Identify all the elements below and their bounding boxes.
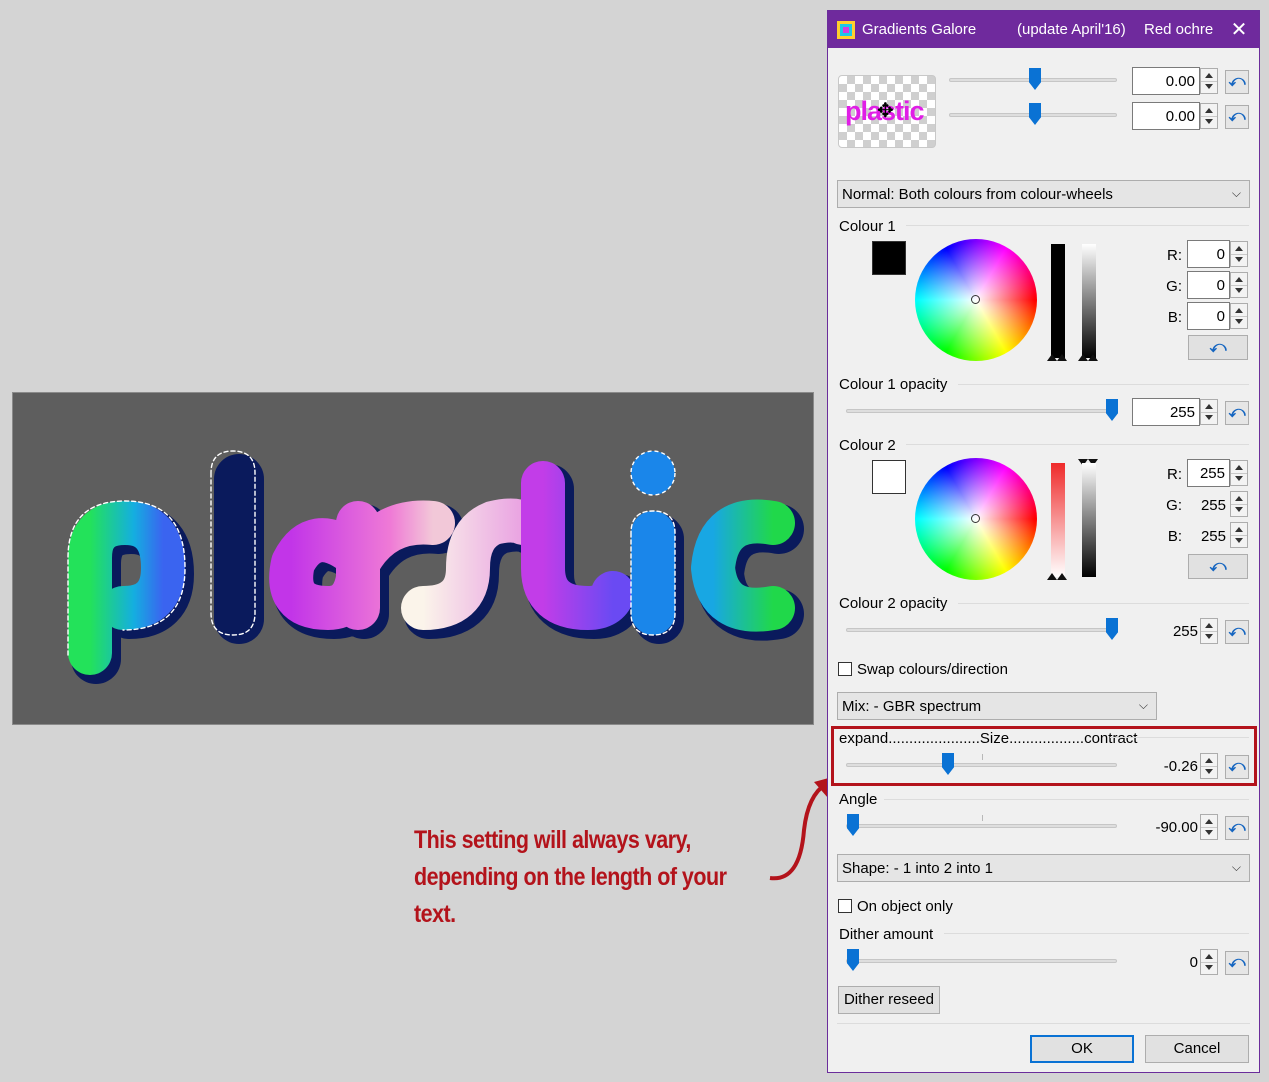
offset-y-reset-button[interactable]: ⤺ — [1225, 105, 1249, 129]
colour-2-reset-button[interactable]: ⤺ — [1188, 554, 1248, 579]
chevron-down-icon: ⌵ — [1231, 860, 1241, 874]
angle-slider-track[interactable] — [846, 824, 1117, 828]
colour-2-g-label: G: — [1166, 497, 1182, 514]
plastic-text-art — [67, 450, 804, 684]
dither-value[interactable]: 0 — [1132, 954, 1198, 971]
mix-select-value: Mix: - GBR spectrum — [842, 698, 982, 715]
colour-1-g-label: G: — [1166, 278, 1182, 295]
dither-reset-button[interactable]: ⤺ — [1225, 951, 1249, 975]
offset-y-spinner[interactable] — [1200, 103, 1218, 129]
app-icon — [837, 21, 855, 39]
dither-slider-thumb[interactable] — [847, 949, 859, 971]
preview-thumbnail[interactable]: plastic ✥ — [838, 75, 936, 148]
colour-1-g-input[interactable]: 0 — [1187, 271, 1230, 299]
size-label: expand......................Size........… — [839, 730, 1138, 747]
colour-1-opacity-label: Colour 1 opacity — [839, 376, 948, 393]
colour-2-opacity-spinner[interactable] — [1200, 618, 1218, 644]
mode-select[interactable]: Normal: Both colours from colour-wheels … — [837, 180, 1250, 208]
colour-1-r-input[interactable]: 0 — [1187, 240, 1230, 268]
angle-spinner[interactable] — [1200, 814, 1218, 840]
colour-2-r-label: R: — [1167, 466, 1182, 483]
colour-2-opacity-value[interactable]: 255 — [1132, 623, 1198, 640]
size-slider-track[interactable] — [846, 763, 1117, 767]
colour-2-opacity-slider-track[interactable] — [846, 628, 1117, 632]
colour-2-b-spinner[interactable] — [1230, 522, 1248, 548]
cancel-button[interactable]: Cancel — [1145, 1035, 1249, 1063]
annotation-callout: This setting will always vary, depending… — [414, 822, 741, 933]
dialog-update-note: (update April'16) — [1017, 21, 1126, 38]
colour-1-reset-button[interactable]: ⤺ — [1188, 335, 1248, 360]
colour-2-g-spinner[interactable] — [1230, 491, 1248, 517]
dither-reseed-button[interactable]: Dither reseed — [838, 986, 940, 1014]
colour-2-swatch[interactable] — [872, 460, 906, 494]
mix-select[interactable]: Mix: - GBR spectrum ⌵ — [837, 692, 1157, 720]
mode-select-value: Normal: Both colours from colour-wheels — [842, 186, 1113, 203]
colour-2-saturation-bar[interactable] — [1082, 463, 1096, 577]
gradients-galore-dialog: Gradients Galore (update April'16) Red o… — [827, 10, 1260, 1073]
size-value[interactable]: -0.26 — [1132, 758, 1198, 775]
colour-2-g-value[interactable]: 255 — [1187, 497, 1226, 514]
size-reset-button[interactable]: ⤺ — [1225, 755, 1249, 779]
title-bar[interactable]: Gradients Galore (update April'16) Red o… — [828, 11, 1259, 48]
colour-1-opacity-slider-track[interactable] — [846, 409, 1117, 413]
colour-2-opacity-slider-thumb[interactable] — [1106, 618, 1118, 640]
colour-2-r-spinner[interactable] — [1230, 460, 1248, 486]
offset-x-input[interactable]: 0.00 — [1132, 67, 1200, 95]
offset-x-slider-thumb[interactable] — [1029, 68, 1041, 90]
colour-2-label: Colour 2 — [839, 437, 896, 454]
swap-colours-label: Swap colours/direction — [857, 661, 1008, 678]
offset-x-spinner[interactable] — [1200, 68, 1218, 94]
colour-1-g-spinner[interactable] — [1230, 272, 1248, 298]
ok-button[interactable]: OK — [1030, 1035, 1134, 1063]
close-icon[interactable]: ✕ — [1224, 15, 1254, 45]
colour-1-swatch[interactable] — [872, 241, 906, 275]
swap-colours-checkbox[interactable] — [838, 662, 852, 676]
offset-y-slider-thumb[interactable] — [1029, 103, 1041, 125]
colour-1-b-input[interactable]: 0 — [1187, 302, 1230, 330]
colour-1-saturation-bar[interactable] — [1082, 244, 1096, 358]
colour-1-r-spinner[interactable] — [1230, 241, 1248, 267]
dither-slider-track[interactable] — [846, 959, 1117, 963]
colour-2-b-label: B: — [1167, 528, 1182, 545]
size-spinner[interactable] — [1200, 753, 1218, 779]
shape-select[interactable]: Shape: - 1 into 2 into 1 ⌵ — [837, 854, 1250, 882]
preset-name: Red ochre — [1144, 21, 1214, 38]
dialog-title: Gradients Galore — [862, 21, 977, 38]
colour-1-r-label: R: — [1167, 247, 1182, 264]
colour-1-value-bar[interactable] — [1051, 244, 1065, 358]
image-canvas[interactable] — [12, 392, 814, 725]
colour-2-r-input[interactable]: 255 — [1187, 459, 1230, 487]
callout-line-2: depending on the length of your text. — [414, 863, 727, 928]
colour-2-b-value[interactable]: 255 — [1187, 528, 1226, 545]
colour-1-b-label: B: — [1167, 309, 1182, 326]
colour-1-opacity-slider-thumb[interactable] — [1106, 399, 1118, 421]
angle-label: Angle — [839, 791, 878, 808]
colour-1-b-spinner[interactable] — [1230, 303, 1248, 329]
shape-select-value: Shape: - 1 into 2 into 1 — [842, 860, 993, 877]
colour-2-opacity-label: Colour 2 opacity — [839, 595, 948, 612]
chevron-down-icon: ⌵ — [1138, 698, 1148, 712]
angle-reset-button[interactable]: ⤺ — [1225, 816, 1249, 840]
colour-1-opacity-spinner[interactable] — [1200, 399, 1218, 425]
colour-1-wheel[interactable] — [915, 239, 1037, 361]
colour-2-value-bar[interactable] — [1051, 463, 1065, 577]
offset-x-reset-button[interactable]: ⤺ — [1225, 70, 1249, 94]
offset-y-input[interactable]: 0.00 — [1132, 102, 1200, 130]
callout-line-1: This setting will always vary, — [414, 826, 691, 854]
angle-slider-thumb[interactable] — [847, 814, 859, 836]
dither-spinner[interactable] — [1200, 949, 1218, 975]
move-cursor-icon: ✥ — [877, 100, 894, 122]
dither-amount-label: Dither amount — [839, 926, 934, 943]
angle-value[interactable]: -90.00 — [1132, 819, 1198, 836]
colour-1-opacity-reset-button[interactable]: ⤺ — [1225, 401, 1249, 425]
on-object-only-checkbox[interactable] — [838, 899, 852, 913]
colour-2-opacity-reset-button[interactable]: ⤺ — [1225, 620, 1249, 644]
on-object-only-label: On object only — [857, 898, 953, 915]
colour-1-opacity-input[interactable]: 255 — [1132, 398, 1200, 426]
colour-1-label: Colour 1 — [839, 218, 896, 235]
colour-2-wheel[interactable] — [915, 458, 1037, 580]
chevron-down-icon: ⌵ — [1231, 186, 1241, 200]
